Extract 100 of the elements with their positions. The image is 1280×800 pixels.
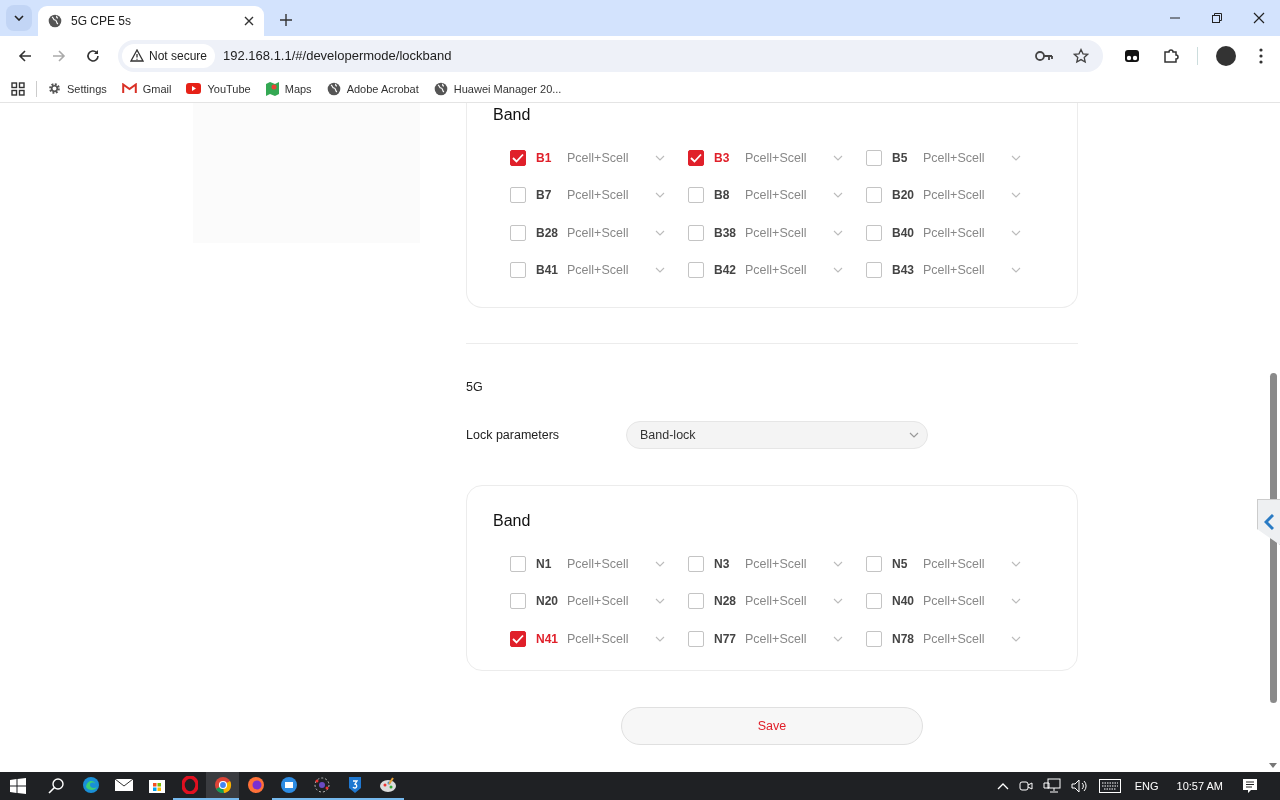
chevron-down-icon [655, 192, 665, 199]
key-icon[interactable] [1035, 49, 1053, 62]
cell-mode-dropdown[interactable]: Pcell+Scell [567, 263, 665, 278]
band-checkbox[interactable] [510, 555, 526, 572]
band-checkbox[interactable] [688, 149, 704, 166]
clock-text[interactable]: 10:57 AM [1176, 780, 1223, 792]
close-tab-icon[interactable] [244, 16, 254, 26]
band-checkbox[interactable] [510, 224, 526, 241]
tab-search-button[interactable] [6, 5, 32, 31]
band-checkbox[interactable] [866, 555, 882, 572]
band-name: N41 [536, 631, 559, 646]
language-indicator[interactable]: ENG [1134, 780, 1159, 792]
network-icon[interactable] [1042, 778, 1061, 794]
tab-title: 5G CPE 5s [71, 14, 133, 28]
cell-mode-dropdown[interactable]: Pcell+Scell [745, 188, 843, 203]
side-panel-tab[interactable] [1257, 499, 1280, 545]
cell-mode-dropdown[interactable]: Pcell+Scell [923, 556, 1021, 571]
apps-grid-icon[interactable] [11, 81, 25, 96]
band-checkbox[interactable] [510, 187, 526, 204]
bookmark[interactable]: Settings [48, 82, 107, 95]
speaker-icon[interactable] [1070, 778, 1089, 794]
band-checkbox[interactable] [688, 555, 704, 572]
chevron-down-icon [655, 229, 665, 236]
taskbar-app-button[interactable] [206, 772, 239, 800]
extension-glasses-icon[interactable] [1124, 48, 1140, 63]
cell-mode-dropdown[interactable]: Pcell+Scell [745, 556, 843, 571]
bookmark[interactable]: Gmail [121, 82, 172, 95]
browser-tab[interactable]: 5G CPE 5s [38, 6, 264, 36]
fox-app-icon [246, 776, 265, 794]
envelope-icon [114, 778, 133, 792]
bookmark[interactable]: Huawei Manager 20... [433, 81, 562, 96]
checkmark-icon [690, 152, 702, 163]
band-name: N3 [714, 556, 731, 571]
not-secure-label: Not secure [149, 48, 208, 63]
cell-mode-dropdown[interactable]: Pcell+Scell [745, 225, 843, 240]
keyboard-icon[interactable] [1098, 779, 1121, 793]
swirl-app-icon [81, 776, 100, 794]
cell-mode-dropdown[interactable]: Pcell+Scell [923, 150, 1021, 165]
band-checkbox[interactable] [866, 593, 882, 610]
lock-parameters-label: Lock parameters [466, 428, 561, 442]
cell-mode-dropdown[interactable]: Pcell+Scell [923, 263, 1021, 278]
band-name: N28 [714, 594, 737, 609]
windows-start-icon[interactable] [10, 778, 26, 794]
band-checkbox[interactable] [510, 149, 526, 166]
save-button[interactable]: Save [621, 706, 923, 745]
cell-mode-dropdown[interactable]: Pcell+Scell [567, 594, 665, 609]
cell-mode-dropdown[interactable]: Pcell+Scell [745, 150, 843, 165]
cell-mode-dropdown[interactable]: Pcell+Scell [745, 631, 843, 646]
band-name: N20 [536, 594, 559, 609]
scroll-down-arrow-icon[interactable] [1269, 763, 1277, 768]
bookmark[interactable]: Maps [265, 81, 312, 96]
band-title: Band [493, 106, 532, 124]
camera-icon[interactable] [1018, 778, 1033, 794]
cell-mode-dropdown[interactable]: Pcell+Scell [745, 263, 843, 278]
address-bar[interactable]: Not secure 192.168.1.1/#/developermode/lockband [118, 39, 1103, 72]
band-name: N40 [892, 594, 915, 609]
gear-icon [48, 82, 61, 95]
bookmark[interactable]: Adobe Acrobat [326, 81, 419, 96]
band-checkbox[interactable] [688, 187, 704, 204]
band-checkbox[interactable] [688, 224, 704, 241]
map-pin-icon [265, 81, 279, 96]
band-checkbox[interactable] [510, 593, 526, 610]
band-checkbox[interactable] [866, 187, 882, 204]
chevron-down-icon [1011, 560, 1021, 567]
band-checkbox[interactable] [688, 630, 704, 647]
cell-mode-dropdown[interactable]: Pcell+Scell [923, 188, 1021, 203]
puzzle-icon[interactable] [1162, 46, 1180, 65]
band-checkbox[interactable] [866, 149, 882, 166]
chevron-down-icon [833, 192, 843, 199]
bookmark[interactable]: YouTube [186, 82, 251, 95]
star-icon[interactable] [1073, 47, 1089, 64]
band-checkbox[interactable] [510, 630, 526, 647]
chevron-down-icon [1011, 635, 1021, 642]
band-checkbox[interactable] [688, 593, 704, 610]
atom-app-icon [312, 776, 331, 794]
band-checkbox[interactable] [866, 224, 882, 241]
band-checkbox[interactable] [866, 630, 882, 647]
cell-mode-dropdown[interactable]: Pcell+Scell [567, 225, 665, 240]
cell-mode-dropdown[interactable]: Pcell+Scell [567, 150, 665, 165]
palette-app-icon [378, 777, 397, 793]
profile-avatar[interactable] [1216, 45, 1236, 66]
cell-mode-dropdown[interactable]: Pcell+Scell [567, 631, 665, 646]
security-chip[interactable]: Not secure [122, 43, 216, 68]
cell-mode-dropdown[interactable]: Pcell+Scell [567, 556, 665, 571]
cell-mode-dropdown[interactable]: Pcell+Scell [923, 631, 1021, 646]
search-icon[interactable] [48, 778, 64, 794]
cell-mode-dropdown[interactable]: Pcell+Scell [567, 188, 665, 203]
cell-mode-dropdown[interactable]: Pcell+Scell [745, 594, 843, 609]
shopping-bag-icon [148, 777, 165, 793]
notifications-icon[interactable] [1242, 778, 1258, 794]
chevron-down-icon [833, 154, 843, 161]
lock-parameters-dropdown[interactable]: Band-lock [626, 421, 928, 449]
cell-mode-dropdown[interactable]: Pcell+Scell [923, 225, 1021, 240]
cell-mode-dropdown[interactable]: Pcell+Scell [923, 594, 1021, 609]
chevron-up-icon[interactable] [996, 782, 1009, 790]
menu-icon[interactable] [1259, 47, 1263, 64]
band-checkbox[interactable] [866, 262, 882, 279]
band-checkbox[interactable] [510, 262, 526, 279]
band-checkbox[interactable] [688, 262, 704, 279]
checkmark-icon [512, 633, 524, 644]
